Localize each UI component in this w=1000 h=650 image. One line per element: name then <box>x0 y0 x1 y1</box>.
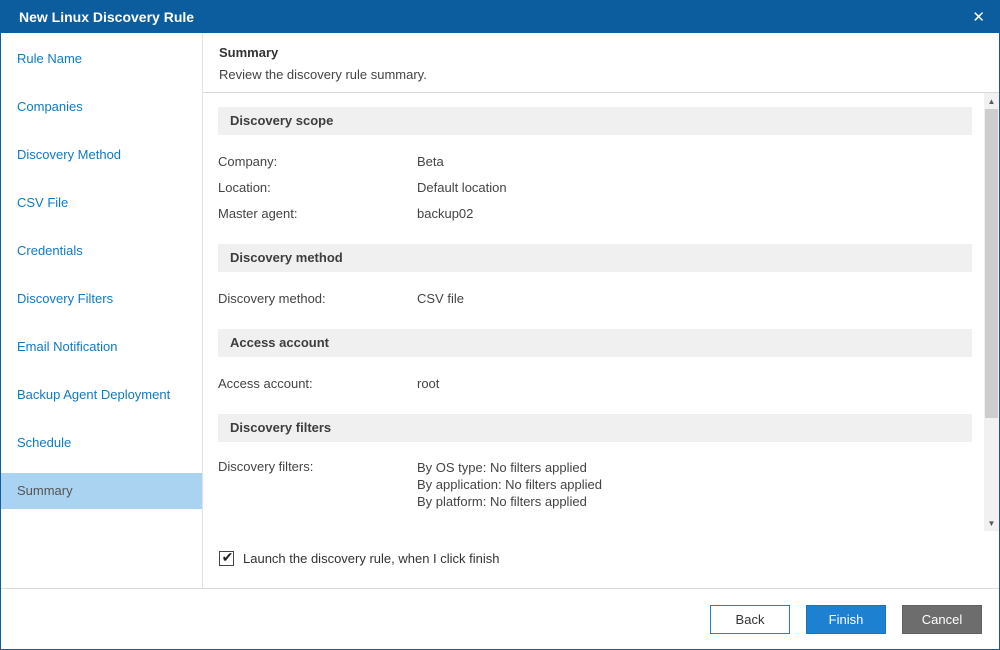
wizard-steps-sidebar: Rule Name Companies Discovery Method CSV… <box>1 33 203 588</box>
section-header-discovery-scope: Discovery scope <box>218 107 972 135</box>
close-icon[interactable]: ✕ <box>972 10 985 25</box>
sidebar-item-schedule[interactable]: Schedule <box>1 425 202 461</box>
row-label: Discovery method: <box>218 291 417 306</box>
row-value: Default location <box>417 180 507 195</box>
summary-row-location: Location: Default location <box>218 174 972 200</box>
new-linux-discovery-rule-dialog: New Linux Discovery Rule ✕ Rule Name Com… <box>0 0 1000 650</box>
sidebar-item-csv-file[interactable]: CSV File <box>1 185 202 221</box>
section-header-discovery-filters: Discovery filters <box>218 414 972 442</box>
section-header-discovery-method: Discovery method <box>218 244 972 272</box>
sidebar-item-rule-name[interactable]: Rule Name <box>1 41 202 77</box>
filter-line-application: By application: No filters applied <box>417 476 602 493</box>
sidebar-item-discovery-filters[interactable]: Discovery Filters <box>1 281 202 317</box>
row-value: CSV file <box>417 291 464 306</box>
summary-row-discovery-method: Discovery method: CSV file <box>218 285 972 311</box>
section-discovery-scope: Discovery scope Company: Beta Location: … <box>218 107 972 244</box>
sidebar-item-summary[interactable]: Summary <box>1 473 202 509</box>
titlebar: New Linux Discovery Rule ✕ <box>1 1 999 33</box>
launch-rule-checkbox-row: ✔ Launch the discovery rule, when I clic… <box>203 531 999 588</box>
scrollbar-thumb[interactable] <box>985 109 998 418</box>
page-title: Summary <box>219 45 983 60</box>
section-discovery-method: Discovery method Discovery method: CSV f… <box>218 244 972 329</box>
checkmark-icon: ✔ <box>222 550 234 564</box>
sidebar-item-email-notification[interactable]: Email Notification <box>1 329 202 365</box>
content-pane: Summary Review the discovery rule summar… <box>203 33 999 588</box>
summary-row-company: Company: Beta <box>218 148 972 174</box>
row-value: Beta <box>417 154 444 169</box>
footer-button-bar: Back Finish Cancel <box>1 588 999 649</box>
row-label: Location: <box>218 180 417 195</box>
summary-row-master-agent: Master agent: backup02 <box>218 200 972 226</box>
scrollbar-track[interactable] <box>984 109 999 515</box>
finish-button[interactable]: Finish <box>806 605 886 634</box>
section-discovery-filters: Discovery filters Discovery filters: By … <box>218 414 972 531</box>
summary-content: Discovery scope Company: Beta Location: … <box>203 93 984 531</box>
main-area: Rule Name Companies Discovery Method CSV… <box>1 33 999 588</box>
launch-rule-checkbox[interactable]: ✔ <box>219 551 234 566</box>
window-title: New Linux Discovery Rule <box>19 9 194 25</box>
row-label: Discovery filters: <box>218 459 417 474</box>
sidebar-item-companies[interactable]: Companies <box>1 89 202 125</box>
sidebar-item-credentials[interactable]: Credentials <box>1 233 202 269</box>
sidebar-item-backup-agent-deployment[interactable]: Backup Agent Deployment <box>1 377 202 413</box>
row-value: backup02 <box>417 206 473 221</box>
row-label: Access account: <box>218 376 417 391</box>
cancel-button[interactable]: Cancel <box>902 605 982 634</box>
page-subtitle: Review the discovery rule summary. <box>219 67 983 82</box>
row-value: By OS type: No filters applied By applic… <box>417 459 602 510</box>
filter-line-platform: By platform: No filters applied <box>417 493 602 510</box>
vertical-scrollbar[interactable]: ▲ ▼ <box>984 93 999 531</box>
section-header-access-account: Access account <box>218 329 972 357</box>
sidebar-item-discovery-method[interactable]: Discovery Method <box>1 137 202 173</box>
launch-rule-checkbox-label: Launch the discovery rule, when I click … <box>243 551 500 567</box>
back-button[interactable]: Back <box>710 605 790 634</box>
row-value: root <box>417 376 439 391</box>
scrollbar-up-arrow-icon[interactable]: ▲ <box>984 93 999 109</box>
content-header: Summary Review the discovery rule summar… <box>203 33 999 93</box>
row-label: Company: <box>218 154 417 169</box>
row-label: Master agent: <box>218 206 417 221</box>
section-access-account: Access account Access account: root <box>218 329 972 414</box>
summary-row-discovery-filters: Discovery filters: By OS type: No filter… <box>218 455 972 510</box>
summary-row-access-account: Access account: root <box>218 370 972 396</box>
summary-scroll-area: Discovery scope Company: Beta Location: … <box>203 93 999 531</box>
filter-line-os-type: By OS type: No filters applied <box>417 459 602 476</box>
scrollbar-down-arrow-icon[interactable]: ▼ <box>984 515 999 531</box>
